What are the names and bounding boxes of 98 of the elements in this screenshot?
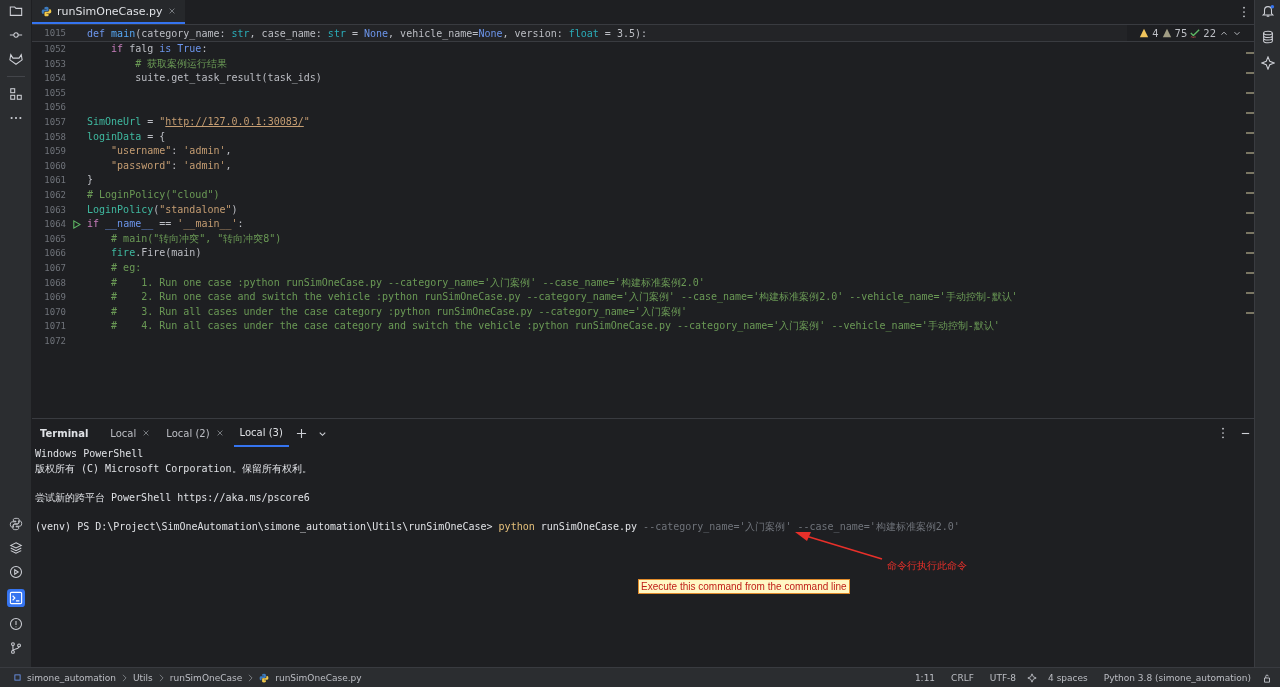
line-number: 1069	[43, 291, 66, 305]
line-number: 1056	[43, 101, 66, 115]
code-line: SimOneUrl = "http://127.0.0.1:30083/"	[87, 114, 310, 129]
folder-icon[interactable]	[8, 4, 23, 18]
line-number: 1053	[43, 57, 66, 71]
line-number: 1070	[43, 305, 66, 319]
code-line: # main("转向冲突", "转向冲突8")	[110, 231, 282, 246]
command-argument: runSimOneCase.py	[540, 520, 638, 532]
code-line: # 4. Run all cases under the case category and switch the vehicle :python runSimOneCase.py --category_name='入门案例' --vehicle_name='手动控制-默认'	[110, 319, 1000, 334]
warning-icon	[1161, 28, 1172, 38]
status-item[interactable]: CRLF	[951, 672, 974, 683]
code-line: suite.get_task_result(task_ids)	[134, 71, 322, 86]
typo-count[interactable]: 22	[1203, 27, 1216, 39]
close-icon[interactable]	[167, 7, 176, 15]
chevron-icon	[158, 673, 164, 682]
line-number: 1052	[43, 43, 66, 56]
python-icon[interactable]	[8, 517, 23, 531]
status-item[interactable]: 4 spaces	[1048, 672, 1088, 683]
terminal-tab[interactable]: Local	[104, 419, 157, 447]
code-line: "username": 'admin',	[110, 144, 232, 159]
code-line: }	[87, 173, 94, 188]
problems-icon[interactable]	[8, 617, 23, 631]
code-line: # 获取案例运行结果	[134, 56, 228, 71]
terminal-output: 版权所有 (C) Microsoft Corporation。保留所有权利。	[35, 462, 312, 474]
terminal-output: 尝试新的跨平台 PowerShell https://aka.ms/pscore6	[35, 491, 310, 503]
tab-label: runSimOneCase.py	[57, 4, 163, 18]
line-number: 1058	[43, 130, 66, 144]
code-line: if falg is True:	[110, 42, 208, 56]
autocomplete-suggestion: --category_name='入门案例' --case_name='构建标准案例2.0'	[643, 520, 960, 532]
breadcrumb[interactable]: runSimOneCase.py	[275, 672, 362, 683]
line-number: 1060	[43, 159, 66, 173]
code-line: "password": 'admin',	[110, 158, 232, 173]
terminal-tab[interactable]: Local (2)	[160, 419, 230, 447]
python-file-icon	[41, 5, 52, 17]
fox-icon[interactable]	[8, 52, 23, 66]
code-line: fire.Fire(main)	[110, 246, 202, 261]
status-item[interactable]: Python 3.8 (simone_automation)	[1103, 672, 1251, 683]
breadcrumb[interactable]: Utils	[133, 672, 153, 683]
code-line: LoginPolicy("standalone")	[87, 202, 238, 217]
python-file-icon	[259, 672, 270, 683]
code-line: def main(category_name: str, case_name: str = None, vehicle_name=None, version: float = 3.5):	[87, 27, 647, 39]
weak-warning-count[interactable]: 75	[1174, 27, 1188, 39]
terminal-icon[interactable]	[6, 589, 25, 607]
close-icon[interactable]	[142, 429, 151, 437]
line-number: 1054	[43, 72, 66, 86]
close-icon[interactable]	[215, 429, 224, 437]
code-line: # 1. Run one case :python runSimOneCase.py --category_name='入门案例' --case_name='构建标准案例2.0'	[110, 275, 705, 291]
line-number: 1071	[43, 320, 66, 334]
more-icon[interactable]	[1242, 6, 1246, 18]
line-number: 1055	[43, 86, 66, 100]
editor-tab[interactable]: runSimOneCase.py	[32, 0, 185, 24]
code-line: if __name__ == '__main__':	[87, 217, 244, 232]
check-icon	[1190, 28, 1201, 38]
annotation-note: 命令行执行此命令	[887, 559, 967, 573]
line-number: 1063	[43, 203, 66, 217]
module-icon	[14, 674, 21, 681]
spiral-icon[interactable]	[1260, 56, 1275, 70]
status-item[interactable]: UTF-8	[989, 672, 1017, 683]
warning-count[interactable]: 4	[1152, 27, 1159, 39]
line-number: 1057	[43, 115, 66, 129]
chevron-icon	[248, 673, 254, 682]
more-icon[interactable]	[1221, 427, 1225, 439]
code-line: loginData = {	[87, 129, 166, 144]
shell-prompt: (venv) PS D:\Project\SimOneAutomation\simone_automation\Utils\runSimOneCase>	[35, 520, 493, 532]
line-number: 1067	[43, 261, 66, 275]
line-number: 1061	[43, 174, 66, 188]
indent-icon[interactable]	[1027, 672, 1038, 683]
layers-icon[interactable]	[8, 541, 23, 555]
line-number: 1059	[43, 145, 66, 159]
run-icon[interactable]	[72, 219, 81, 229]
terminal-output: Windows PowerShell	[35, 448, 144, 459]
line-number: 1064	[43, 218, 66, 232]
line-number: 1068	[43, 276, 66, 290]
line-number: 1072	[43, 334, 66, 348]
breadcrumb[interactable]: runSimOneCase	[169, 672, 243, 683]
bell-icon[interactable]	[1260, 4, 1275, 18]
code-line: # eg:	[110, 260, 142, 275]
line-number: 1065	[43, 232, 66, 246]
code-line: # LoginPolicy("cloud")	[87, 187, 220, 202]
line-number: 1062	[43, 188, 66, 202]
code-line: # 3. Run all cases under the case category :python runSimOneCase.py --category_name='入门案例'	[110, 304, 687, 320]
add-icon[interactable]	[295, 427, 307, 439]
database-icon[interactable]	[1260, 30, 1275, 44]
breadcrumb[interactable]: simone_automation	[27, 672, 116, 683]
line-number: 1015	[43, 28, 66, 38]
terminal-tab[interactable]: Local (3)	[233, 419, 289, 447]
status-item[interactable]: 1:11	[914, 672, 936, 683]
structure-icon[interactable]	[8, 87, 23, 101]
command-name: python	[498, 520, 535, 532]
code-line: # 2. Run one case and switch the vehicle :python runSimOneCase.py --category_name='入门案例' --case_name='构建标准案例2.0' --vehicle_name='手动控制-默认'	[110, 290, 1018, 305]
line-number: 1066	[43, 247, 66, 261]
git-branch-icon[interactable]	[8, 641, 23, 655]
panel-title: Terminal	[40, 427, 89, 439]
lock-icon[interactable]	[1262, 672, 1272, 683]
annotation-caption: Execute this command from the command line	[638, 579, 850, 594]
warning-icon	[1139, 28, 1150, 38]
run-icon[interactable]	[8, 565, 23, 579]
chevron-icon	[122, 673, 127, 682]
